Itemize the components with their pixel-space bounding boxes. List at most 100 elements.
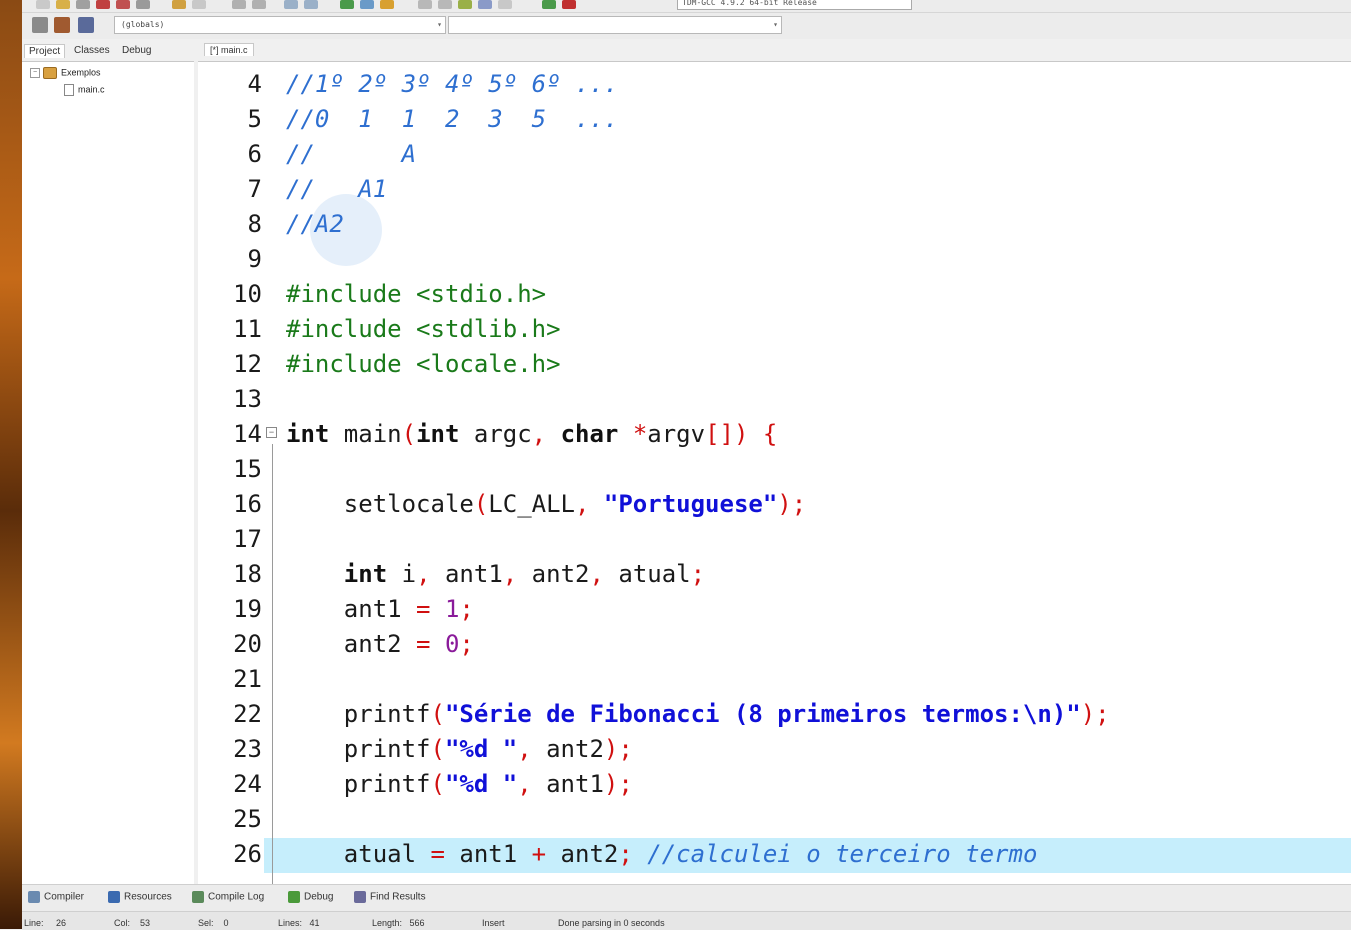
tree-item-project[interactable]: − Exemplos — [30, 67, 101, 79]
code-token: #include <stdio.h> — [286, 280, 547, 308]
compiler-select[interactable]: TDM-GCC 4.9.2 64-bit Release — [677, 0, 912, 10]
save-icon[interactable] — [76, 0, 90, 9]
class-toolbar: (globals) ▾ ▾ — [22, 13, 1351, 39]
code-line[interactable]: //1º 2º 3º 4º 5º 6º ... — [286, 67, 618, 102]
check-icon[interactable] — [478, 0, 492, 9]
code-line[interactable]: // A — [286, 137, 416, 172]
code-token: #include <locale.h> — [286, 350, 561, 378]
tab-main-c[interactable]: [*] main.c — [204, 43, 254, 56]
code-line[interactable]: int i, ant1, ant2, atual; — [286, 557, 705, 592]
compile-icon[interactable] — [340, 0, 354, 9]
compile-run-icon[interactable] — [380, 0, 394, 9]
project-tree: − Exemplos main.c — [22, 61, 194, 884]
tab-compile-log[interactable]: Compile Log — [192, 891, 264, 903]
indent-icon[interactable] — [284, 0, 298, 9]
code-editor[interactable]: − 4 //1º 2º 3º 4º 5º 6º ... 5 //0 1 1 2 3 5… — [198, 61, 1351, 884]
new-file-icon[interactable] — [36, 0, 50, 9]
code-token: printf — [286, 700, 431, 728]
code-token: //1º 2º 3º 4º 5º 6º ... — [286, 70, 619, 98]
line-number: 11 — [233, 315, 262, 343]
code-token: ; — [690, 560, 706, 588]
code-token: i — [387, 560, 417, 588]
code-line[interactable]: ant2 = 0; — [286, 627, 474, 662]
replace-icon[interactable] — [252, 0, 266, 9]
class-browser-icon[interactable] — [32, 17, 48, 33]
line-number: 10 — [233, 280, 262, 308]
tree-item-project-label: Exemplos — [61, 67, 101, 78]
code-token: ( — [401, 420, 417, 448]
line-number: 9 — [247, 245, 262, 273]
unindent-icon[interactable] — [304, 0, 318, 9]
close-file-icon[interactable] — [116, 0, 130, 9]
main-toolbar: TDM-GCC 4.9.2 64-bit Release — [22, 0, 1351, 13]
code-token: "%d " — [444, 735, 518, 763]
tab-find-results[interactable]: Find Results — [354, 891, 426, 903]
debug-toolbar-icon[interactable] — [438, 0, 452, 9]
code-token: int — [416, 420, 460, 448]
save-all-icon[interactable] — [96, 0, 110, 9]
about-icon[interactable] — [562, 0, 576, 9]
code-token: ); — [603, 770, 633, 798]
bottom-tab-label: Compiler — [44, 891, 85, 903]
bottom-tab-label: Debug — [304, 891, 334, 903]
code-line[interactable]: #include <stdio.h> — [286, 277, 546, 312]
profile-icon[interactable] — [458, 0, 472, 9]
tab-project[interactable]: Project — [24, 44, 66, 58]
code-line[interactable]: setlocale(LC_ALL, "Portuguese"); — [286, 487, 806, 522]
code-line[interactable]: printf("%d ", ant1); — [286, 767, 633, 802]
code-line[interactable]: #include <stdlib.h> — [286, 312, 561, 347]
code-line[interactable]: #include <locale.h> — [286, 347, 561, 382]
editor-tabs: [*] main.c — [198, 41, 1351, 61]
tab-debug[interactable]: Debug — [118, 44, 155, 57]
stop-icon[interactable] — [498, 0, 512, 9]
code-line[interactable]: ant1 = 1; — [286, 592, 474, 627]
chart-icon[interactable] — [542, 0, 556, 9]
goto-icon[interactable] — [54, 17, 70, 33]
member-select[interactable]: ▾ — [448, 16, 782, 34]
code-token: ant1 — [286, 595, 417, 623]
code-token: ; — [459, 630, 474, 658]
tab-resources[interactable]: Resources — [108, 891, 172, 903]
code-line[interactable]: atual = ant1 + ant2; //calculei o tercei… — [286, 837, 1038, 872]
code-token: ant2 — [517, 560, 590, 588]
bottom-tab-label: Compile Log — [208, 891, 265, 903]
code-token: LC_ALL — [488, 490, 575, 518]
code-token: // A1 — [286, 175, 388, 203]
code-token: argc — [459, 420, 532, 448]
undo-icon[interactable] — [172, 0, 186, 9]
tab-compiler[interactable]: Compiler — [28, 891, 84, 903]
code-token: "Série de Fibonacci (8 primeiros termos:… — [444, 700, 1081, 728]
code-token: printf — [286, 770, 431, 798]
tab-classes[interactable]: Classes — [70, 44, 114, 57]
bookmark-icon[interactable] — [78, 17, 94, 33]
tab-debug[interactable]: Debug — [288, 891, 333, 903]
code-token: , — [531, 420, 547, 448]
code-line[interactable]: printf("%d ", ant2); — [286, 732, 633, 767]
run-icon[interactable] — [360, 0, 374, 9]
code-line[interactable]: // A1 — [286, 172, 387, 207]
rebuild-icon[interactable] — [418, 0, 432, 9]
fold-collapse-icon[interactable]: − — [266, 427, 277, 438]
code-line[interactable]: //0 1 1 2 3 5 ... — [286, 102, 618, 137]
bottom-panel-tabs: Compiler Resources Compile Log Debug Find Re… — [22, 884, 1351, 911]
resources-icon — [108, 891, 120, 903]
code-token: ( — [430, 770, 445, 798]
globals-select[interactable]: (globals) ▾ — [114, 16, 446, 34]
code-line[interactable]: //A2 — [286, 207, 344, 242]
tree-item-file[interactable]: main.c — [64, 84, 105, 96]
compiler-icon — [28, 891, 40, 903]
open-icon[interactable] — [56, 0, 70, 9]
redo-icon[interactable] — [192, 0, 206, 9]
fold-guide — [272, 444, 273, 884]
find-icon[interactable] — [232, 0, 246, 9]
code-token: ant1 — [444, 840, 532, 868]
status-line: Line: 26 — [24, 918, 67, 928]
code-line[interactable]: int main(int argc, char *argv[]) { — [286, 417, 777, 452]
code-token: , — [575, 490, 590, 518]
collapse-icon[interactable]: − — [30, 68, 40, 78]
code-line[interactable]: printf("Série de Fibonacci (8 primeiros … — [286, 697, 1110, 732]
print-icon[interactable] — [136, 0, 150, 9]
